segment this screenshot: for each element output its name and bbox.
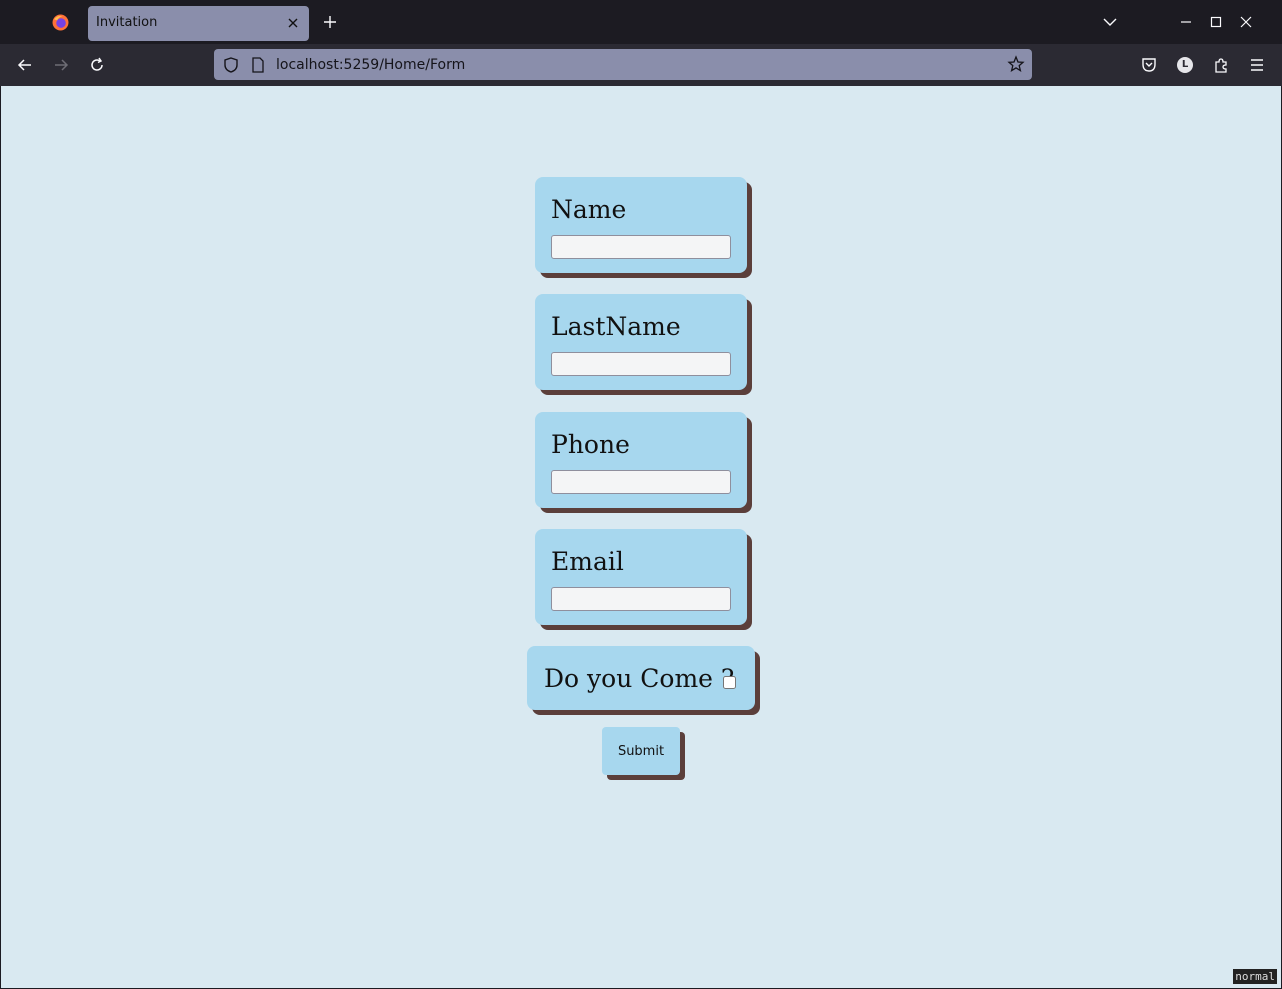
submit-button[interactable]: Submit bbox=[602, 727, 680, 775]
name-card: Name bbox=[535, 177, 747, 273]
reload-icon[interactable] bbox=[88, 56, 106, 74]
pocket-icon[interactable] bbox=[1140, 56, 1158, 74]
tab-invitation[interactable]: Invitation bbox=[88, 6, 309, 41]
close-window-icon[interactable] bbox=[1238, 14, 1254, 30]
browser-titlebar: Invitation bbox=[0, 0, 1282, 44]
firefox-logo-icon bbox=[52, 14, 69, 31]
tab-title: Invitation bbox=[96, 15, 158, 30]
name-input[interactable] bbox=[551, 235, 731, 259]
mode-status-badge: normal bbox=[1233, 969, 1277, 984]
attend-card: Do you Come ? bbox=[527, 646, 755, 710]
star-icon[interactable] bbox=[1007, 55, 1025, 73]
phone-card: Phone bbox=[535, 412, 747, 508]
email-input[interactable] bbox=[551, 587, 731, 611]
hamburger-menu-icon[interactable] bbox=[1248, 56, 1266, 74]
forward-arrow-icon[interactable] bbox=[52, 56, 70, 74]
browser-toolbar: localhost:5259/Home/Form L bbox=[0, 44, 1282, 86]
attend-checkbox[interactable] bbox=[723, 676, 736, 689]
url-text[interactable]: localhost:5259/Home/Form bbox=[276, 57, 465, 73]
chevron-down-icon[interactable] bbox=[1102, 14, 1118, 30]
page-content: Name LastName Phone Email Do you Come ? … bbox=[1, 86, 1281, 988]
account-avatar[interactable]: L bbox=[1177, 57, 1193, 73]
name-label: Name bbox=[551, 195, 627, 224]
phone-label: Phone bbox=[551, 430, 630, 459]
shield-icon[interactable] bbox=[222, 56, 240, 74]
puzzle-icon[interactable] bbox=[1212, 56, 1230, 74]
address-bar[interactable]: localhost:5259/Home/Form bbox=[214, 49, 1032, 80]
maximize-icon[interactable] bbox=[1208, 14, 1224, 30]
lastname-card: LastName bbox=[535, 294, 747, 390]
plus-icon[interactable] bbox=[322, 14, 338, 30]
phone-input[interactable] bbox=[551, 470, 731, 494]
email-card: Email bbox=[535, 529, 747, 625]
lastname-label: LastName bbox=[551, 312, 681, 341]
lastname-input[interactable] bbox=[551, 352, 731, 376]
minimize-icon[interactable] bbox=[1178, 14, 1194, 30]
attend-label: Do you Come ? bbox=[544, 664, 735, 693]
back-arrow-icon[interactable] bbox=[16, 56, 34, 74]
email-label: Email bbox=[551, 547, 624, 576]
close-icon[interactable] bbox=[285, 15, 301, 31]
page-icon[interactable] bbox=[249, 56, 267, 74]
